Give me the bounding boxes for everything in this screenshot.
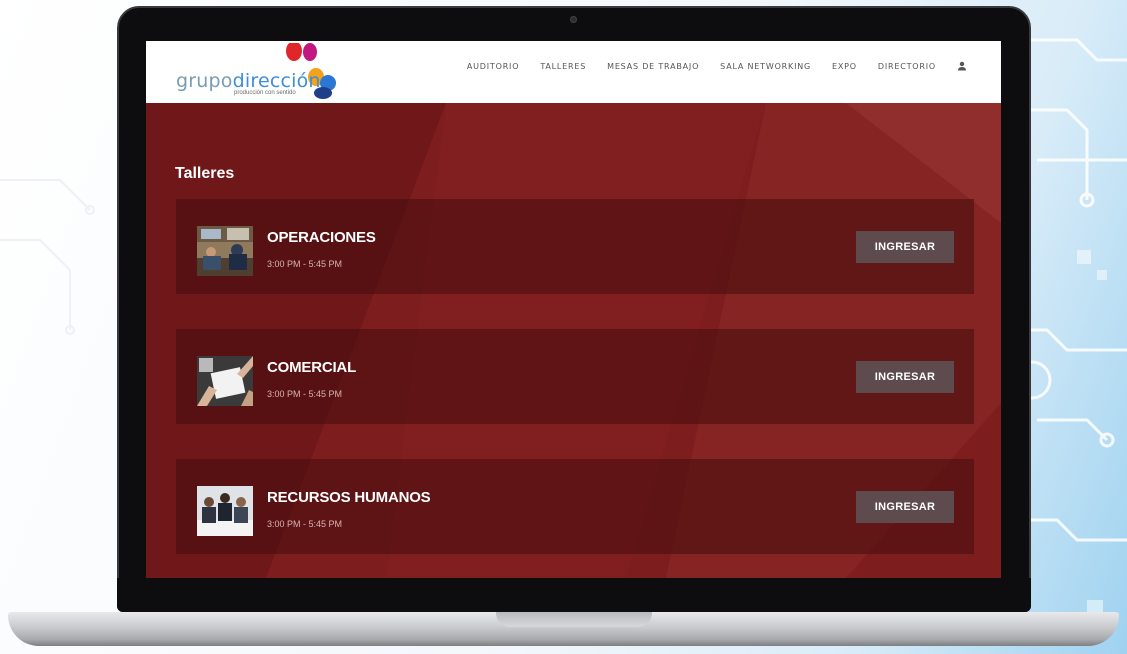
nav-item-mesas-de-trabajo[interactable]: MESAS DE TRABAJO — [607, 62, 699, 71]
laptop-bezel — [117, 578, 1031, 612]
workshop-card: OPERACIONES 3:00 PM - 5:45 PM INGRESAR — [176, 199, 974, 294]
workshop-time: 3:00 PM - 5:45 PM — [267, 259, 343, 269]
workshop-card: COMERCIAL 3:00 PM - 5:45 PM INGRESAR — [176, 329, 974, 424]
nav-item-expo[interactable]: EXPO — [832, 62, 857, 71]
brand-tagline: producción con sentido — [234, 90, 296, 96]
workshop-time: 3:00 PM - 5:45 PM — [267, 519, 343, 529]
workshop-card: RECURSOS HUMANOS 3:00 PM - 5:45 PM INGRE… — [176, 459, 974, 554]
background-decoration-left — [0, 179, 95, 335]
workshop-time: 3:00 PM - 5:45 PM — [267, 389, 343, 399]
laptop-notch — [496, 612, 652, 627]
meeting-photo-icon — [197, 226, 253, 276]
brand-name: grupodirección — [176, 70, 321, 92]
brand-name-part1: grupo — [176, 70, 233, 92]
workshop-title: OPERACIONES — [267, 229, 376, 246]
nav-item-sala-networking[interactable]: SALA NETWORKING — [720, 62, 811, 71]
nav-item-talleres[interactable]: TALLERES — [540, 62, 586, 71]
brand-name-part2: dirección — [232, 70, 321, 92]
workshop-title: RECURSOS HUMANOS — [267, 489, 431, 506]
app-screen: grupodirección producción con sentido AU… — [146, 41, 1001, 578]
ingresar-button[interactable]: INGRESAR — [856, 491, 954, 523]
nav-item-auditorio[interactable]: AUDITORIO — [467, 62, 519, 71]
team-photo-icon — [197, 486, 253, 536]
page-title: Talleres — [175, 165, 235, 182]
user-icon[interactable] — [957, 61, 967, 71]
top-navigation: grupodirección producción con sentido AU… — [146, 41, 1001, 103]
documents-photo-icon — [197, 356, 253, 406]
main-menu: AUDITORIO TALLERES MESAS DE TRABAJO SALA… — [467, 61, 967, 71]
camera-icon — [570, 16, 577, 23]
nav-item-directorio[interactable]: DIRECTORIO — [878, 62, 936, 71]
workshop-title: COMERCIAL — [267, 359, 357, 376]
ingresar-button[interactable]: INGRESAR — [856, 361, 954, 393]
ingresar-button[interactable]: INGRESAR — [856, 231, 954, 263]
